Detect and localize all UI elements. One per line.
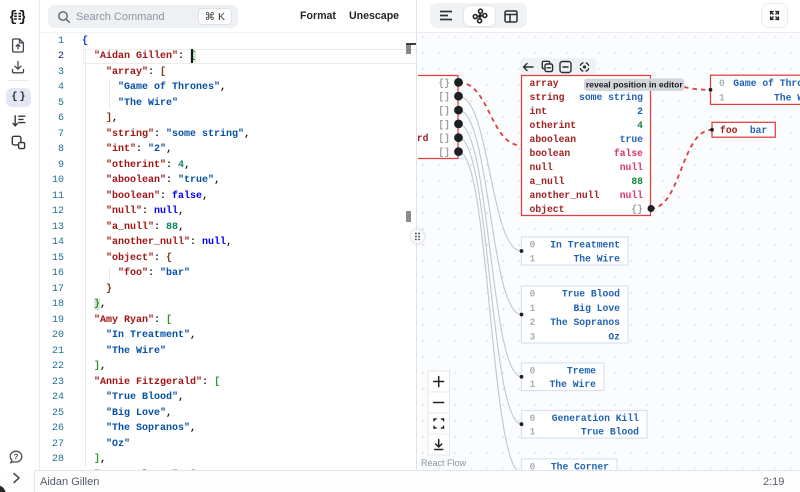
svg-text:The Wire: The Wire [573, 253, 620, 264]
svg-text:In Treatment: In Treatment [550, 239, 620, 250]
svg-text:88: 88 [631, 176, 643, 187]
svg-text:[]: [] [438, 92, 450, 103]
svg-text:True Blood: True Blood [581, 427, 639, 438]
svg-text:1: 1 [530, 379, 536, 390]
svg-text:The Sopranos: The Sopranos [550, 317, 620, 328]
svg-text:{}: {} [631, 204, 643, 215]
svg-text:reveal position in editor: reveal position in editor [586, 80, 684, 90]
svg-text:Big Love: Big Love [573, 303, 620, 314]
svg-text:Alexander Skarsgard: Alexander Skarsgard [418, 133, 429, 144]
svg-text:1: 1 [530, 253, 536, 264]
svg-text:[]: [] [438, 133, 450, 144]
svg-text:1: 1 [719, 93, 725, 104]
svg-text:bar: bar [750, 125, 768, 136]
svg-text:aboolean: aboolean [530, 134, 577, 145]
svg-text:[]: [] [438, 119, 450, 130]
svg-text:?: ? [14, 452, 19, 461]
svg-text:some string: some string [579, 92, 643, 103]
svg-text:null: null [620, 162, 643, 173]
svg-text:false: false [614, 148, 643, 159]
svg-text:Treme: Treme [567, 365, 596, 376]
svg-text:array: array [530, 78, 559, 89]
svg-text:True Blood: True Blood [562, 289, 620, 300]
svg-text:Oz: Oz [608, 331, 620, 342]
svg-text:1: 1 [530, 427, 536, 438]
svg-text:1: 1 [530, 303, 536, 314]
svg-text:4: 4 [637, 120, 643, 131]
svg-text:0: 0 [719, 78, 725, 89]
svg-text:0: 0 [530, 289, 536, 300]
svg-text:otherint: otherint [530, 120, 577, 131]
svg-text:null: null [620, 190, 643, 201]
svg-text:0: 0 [530, 413, 536, 424]
svg-text:0: 0 [530, 365, 536, 376]
svg-text:{}: {} [438, 78, 450, 89]
svg-text:int: int [530, 106, 547, 117]
svg-text:another_null: another_null [530, 190, 600, 201]
svg-text:object: object [530, 204, 565, 215]
svg-text:boolean: boolean [530, 148, 571, 159]
svg-text:0: 0 [530, 239, 536, 250]
svg-text:[]: [] [438, 147, 450, 158]
svg-text:The Wire: The Wire [549, 379, 596, 390]
svg-text:2: 2 [637, 106, 643, 117]
svg-text:Game of Thrones: Game of Thrones [733, 78, 800, 89]
svg-text:[]: [] [438, 106, 450, 117]
svg-text:true: true [620, 134, 643, 145]
svg-text:3: 3 [530, 331, 536, 342]
svg-text:a_null: a_null [530, 176, 565, 187]
svg-text:string: string [530, 92, 565, 103]
svg-text:null: null [530, 162, 553, 173]
svg-text:Generation Kill: Generation Kill [552, 413, 639, 424]
svg-text:2: 2 [530, 317, 536, 328]
svg-text:The Wire: The Wire [774, 93, 800, 104]
svg-text:foo: foo [720, 125, 738, 136]
